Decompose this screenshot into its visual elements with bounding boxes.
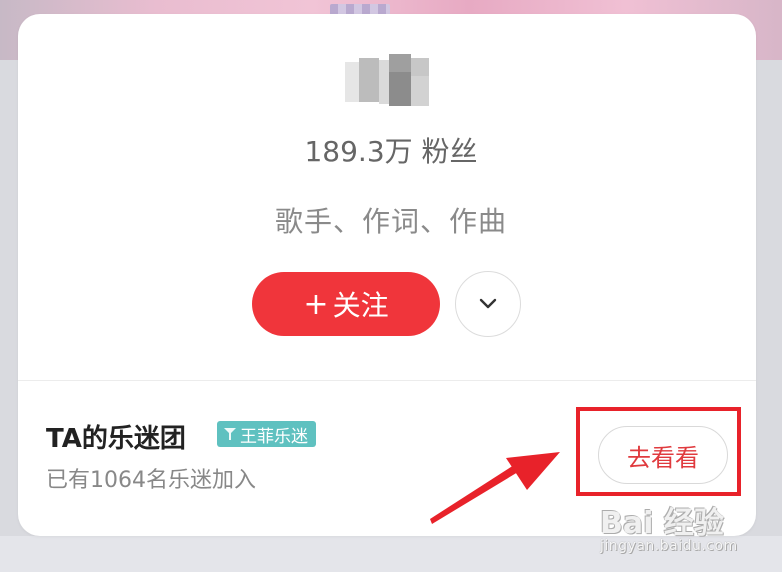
annotation-arrow-icon (430, 452, 560, 524)
watermark-logo: Bai 经验 (600, 506, 724, 541)
watermark: Bai 经验 jingyan.baidu.com (594, 492, 774, 568)
watermark-url: jingyan.baidu.com (600, 538, 738, 554)
